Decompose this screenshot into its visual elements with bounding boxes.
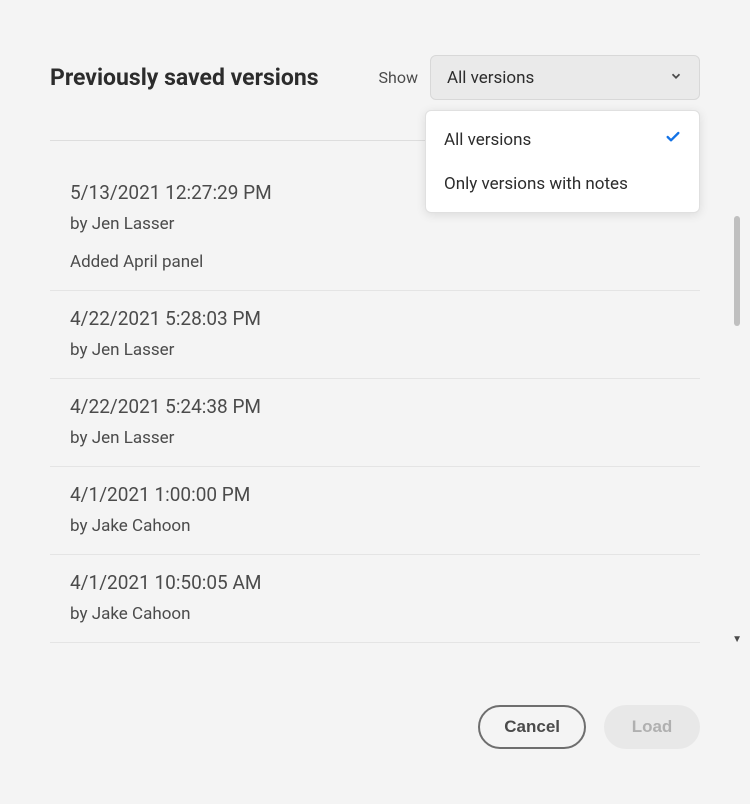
version-author: by Jen Lasser xyxy=(70,428,680,448)
filter-option-label: Only versions with notes xyxy=(444,174,628,194)
version-author: by Jake Cahoon xyxy=(70,604,680,624)
version-row[interactable]: 4/22/2021 5:24:38 PM by Jen Lasser xyxy=(50,379,700,467)
version-row[interactable]: 4/22/2021 5:28:03 PM by Jen Lasser xyxy=(50,291,700,379)
version-timestamp: 4/22/2021 5:28:03 PM xyxy=(70,307,680,330)
filter-group: Show All versions xyxy=(379,55,700,100)
scrollbar-thumb[interactable] xyxy=(734,216,740,326)
version-author: by Jen Lasser xyxy=(70,214,680,234)
scroll-down-icon[interactable]: ▼ xyxy=(732,634,742,645)
filter-dropdown-menu: All versions Only versions with notes xyxy=(425,110,700,213)
load-button[interactable]: Load xyxy=(604,705,700,749)
check-icon xyxy=(665,129,681,150)
filter-selected-label: All versions xyxy=(447,68,534,88)
dialog-header: Previously saved versions Show All versi… xyxy=(50,55,700,100)
versions-dialog: Previously saved versions Show All versi… xyxy=(0,0,750,643)
version-timestamp: 4/22/2021 5:24:38 PM xyxy=(70,395,680,418)
filter-option-notes[interactable]: Only versions with notes xyxy=(426,162,699,206)
version-row[interactable]: 4/1/2021 10:50:05 AM by Jake Cahoon xyxy=(50,555,700,643)
version-timestamp: 4/1/2021 1:00:00 PM xyxy=(70,483,680,506)
dialog-title: Previously saved versions xyxy=(50,64,319,91)
dialog-footer: Cancel Load xyxy=(478,705,700,749)
filter-option-label: All versions xyxy=(444,130,531,150)
version-timestamp: 4/1/2021 10:50:05 AM xyxy=(70,571,680,594)
version-author: by Jake Cahoon xyxy=(70,516,680,536)
version-author: by Jen Lasser xyxy=(70,340,680,360)
filter-dropdown[interactable]: All versions xyxy=(430,55,700,100)
version-note: Added April panel xyxy=(70,252,680,272)
show-label: Show xyxy=(379,68,418,87)
cancel-button[interactable]: Cancel xyxy=(478,705,586,749)
version-row[interactable]: 4/1/2021 1:00:00 PM by Jake Cahoon xyxy=(50,467,700,555)
versions-list: 5/13/2021 12:27:29 PM by Jen Lasser Adde… xyxy=(50,181,700,643)
chevron-down-icon xyxy=(669,68,683,87)
filter-option-all[interactable]: All versions xyxy=(426,117,699,162)
